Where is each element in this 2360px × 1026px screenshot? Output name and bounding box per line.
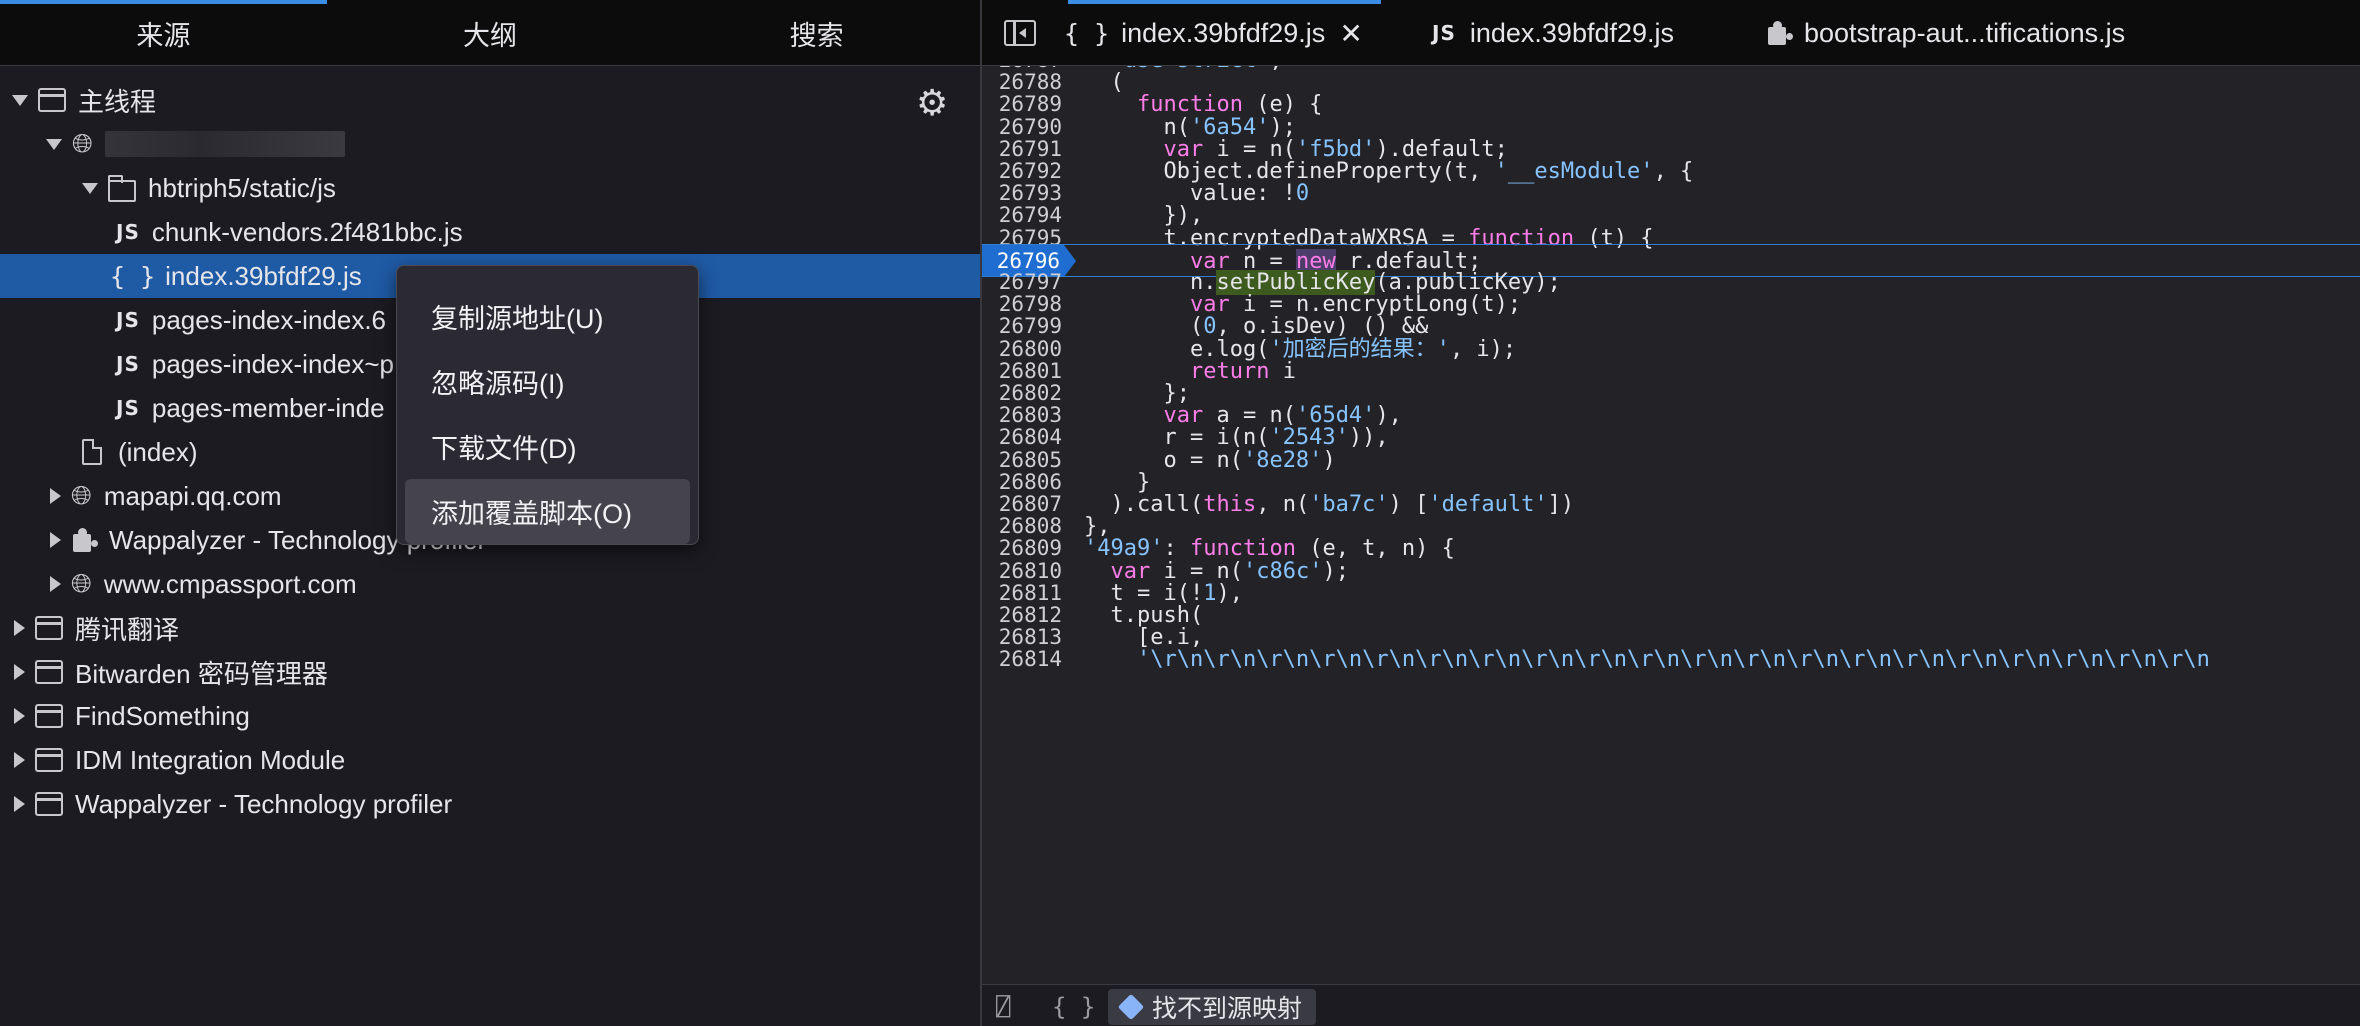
expand-right-icon[interactable]: [14, 752, 25, 768]
expand-right-icon[interactable]: [14, 620, 25, 636]
expand-down-icon[interactable]: [46, 138, 62, 150]
tree-item-label: (index): [118, 436, 198, 467]
tree-item-label: 腾讯翻译: [75, 614, 180, 645]
gear-icon[interactable]: ⚙: [916, 82, 948, 124]
tree-item-label: pages-member-inde: [151, 392, 385, 423]
editor-tab-active[interactable]: { } index.39bfdf29.js ✕: [1064, 0, 1381, 66]
code-line: 26814 '\r\n\r\n\r\n\r\n\r\n\r\n\r\n\r\n\…: [982, 643, 2360, 676]
expand-right-icon[interactable]: [50, 532, 61, 548]
globe-icon: 🌐︎: [71, 568, 92, 598]
tree-item-domain[interactable]: 🌐︎ www.cmpassport.com: [0, 562, 980, 606]
tab-search[interactable]: 搜索: [653, 0, 980, 66]
js-icon: JS: [1432, 21, 1456, 45]
tree-item-label: Bitwarden 密码管理器: [75, 658, 328, 689]
window-icon: [38, 88, 66, 112]
globe-icon: 🌐︎: [71, 480, 92, 510]
code-text: '\r\n\r\n\r\n\r\n\r\n\r\n\r\n\r\n\r\n\r\…: [1136, 647, 2210, 673]
expand-right-icon[interactable]: [14, 664, 25, 680]
expand-right-icon[interactable]: [50, 576, 61, 592]
close-icon[interactable]: ✕: [1339, 17, 1362, 50]
context-menu: 复制源地址(U) 忽略源码(I) 下载文件(D) 添加覆盖脚本(O): [396, 265, 699, 545]
expand-down-icon[interactable]: [12, 94, 28, 106]
tree-item-extension-thread[interactable]: Wappalyzer - Technology profiler: [0, 782, 980, 826]
puzzle-icon: [71, 528, 95, 552]
blackbox-icon[interactable]: ⍁: [996, 993, 1010, 1021]
editor-panel: { } index.39bfdf29.js ✕ JS index.39bfdf2…: [982, 0, 2360, 1026]
tree-item-file[interactable]: JS chunk-vendors.2f481bbc.js: [0, 210, 980, 254]
js-icon: JS: [116, 308, 140, 332]
left-tabbar: 来源 大纲 搜索: [0, 0, 980, 66]
editor-tab-label: bootstrap-aut...tifications.js: [1804, 17, 2126, 48]
editor-tabbar: { } index.39bfdf29.js ✕ JS index.39bfdf2…: [982, 0, 2360, 66]
tree-item-label: 主线程: [78, 86, 157, 117]
sources-panel: 来源 大纲 搜索 主线程 ⚙ 🌐︎ hbtriph5/static/js JS …: [0, 0, 980, 1026]
editor-tab-label: index.39bfdf29.js: [1469, 17, 1675, 48]
tree-item-extension-thread[interactable]: IDM Integration Module: [0, 738, 980, 782]
tab-outline[interactable]: 大纲: [327, 0, 654, 66]
window-icon: [35, 704, 63, 728]
source-map-status-label: 找不到源映射: [1152, 995, 1303, 1023]
js-icon: JS: [116, 220, 140, 244]
tab-sources[interactable]: 来源: [0, 0, 327, 66]
menu-item-add-override-script[interactable]: 添加覆盖脚本(O): [405, 479, 690, 544]
tree-item-label: Wappalyzer - Technology profiler: [75, 788, 453, 819]
menu-item-ignore-source[interactable]: 忽略源码(I): [405, 349, 690, 414]
tree-item-label: FindSomething: [75, 700, 250, 731]
window-icon: [35, 616, 63, 640]
tree-item-label: IDM Integration Module: [75, 744, 346, 775]
editor-tab[interactable]: JS index.39bfdf29.js: [1432, 0, 1674, 66]
tree-item-folder[interactable]: hbtriph5/static/js: [0, 166, 980, 210]
js-icon: JS: [116, 396, 140, 420]
line-number[interactable]: 26814: [992, 643, 1062, 676]
redacted-domain: [104, 131, 345, 157]
tree-item-label: index.39bfdf29.js: [165, 260, 362, 291]
tree-item-main-thread[interactable]: 主线程 ⚙: [0, 78, 980, 124]
expand-down-icon[interactable]: [82, 182, 98, 194]
tree-item-extension-thread[interactable]: FindSomething: [0, 694, 980, 738]
window-icon: [35, 792, 63, 816]
globe-icon: 🌐︎: [72, 128, 93, 158]
js-icon: JS: [116, 352, 140, 376]
tree-item-label: pages-index-index.6: [151, 304, 387, 335]
braces-icon: { }: [110, 261, 156, 291]
file-icon: [82, 439, 102, 465]
tree-item-extension-thread[interactable]: Bitwarden 密码管理器: [0, 650, 980, 694]
expand-right-icon[interactable]: [14, 708, 25, 724]
window-icon: [35, 748, 63, 772]
tree-item-extension-thread[interactable]: 腾讯翻译: [0, 606, 980, 650]
tree-item-domain[interactable]: 🌐︎: [0, 122, 980, 166]
tree-item-label: www.cmpassport.com: [103, 568, 357, 599]
toggle-sidebar-icon[interactable]: [1004, 20, 1036, 46]
editor-tab-label: index.39bfdf29.js: [1121, 17, 1326, 48]
tree-item-label: pages-index-index~p: [151, 348, 394, 379]
folder-icon: [107, 174, 136, 202]
puzzle-icon: [1766, 21, 1790, 45]
editor-statusbar: ⍁ { } 找不到源映射: [982, 984, 2360, 1026]
tree-item-label: mapapi.qq.com: [103, 480, 282, 511]
expand-right-icon[interactable]: [14, 796, 25, 812]
code-editor[interactable]: 26787 'use strict';26788 (26789 function…: [982, 66, 2360, 984]
braces-icon: { }: [1064, 18, 1110, 48]
window-icon: [35, 660, 63, 684]
menu-item-copy-source-url[interactable]: 复制源地址(U): [405, 284, 690, 349]
editor-tab[interactable]: bootstrap-aut...tifications.js: [1766, 0, 2125, 66]
tree-item-label: hbtriph5/static/js: [148, 172, 336, 203]
cube-icon: [1117, 993, 1145, 1021]
expand-right-icon[interactable]: [50, 488, 61, 504]
tree-item-label: chunk-vendors.2f481bbc.js: [151, 216, 463, 247]
pretty-print-icon[interactable]: { }: [1052, 993, 1095, 1021]
source-map-status[interactable]: 找不到源映射: [1108, 989, 1317, 1025]
menu-item-download-file[interactable]: 下载文件(D): [405, 414, 690, 479]
